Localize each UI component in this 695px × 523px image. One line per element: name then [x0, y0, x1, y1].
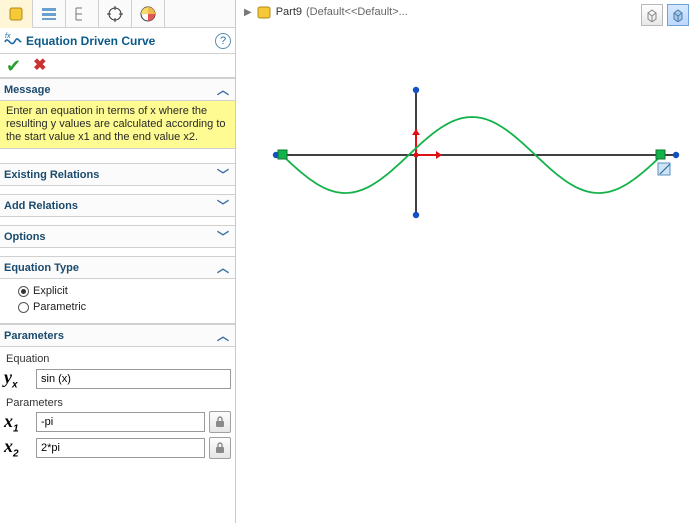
section-equation-type-label: Equation Type	[4, 262, 79, 274]
equation-type-body: Explicit Parametric	[0, 279, 235, 324]
graphics-area[interactable]: ▶ Part9 (Default<<Default>...	[236, 0, 695, 523]
section-message-header[interactable]: Message ︿	[0, 78, 235, 101]
chevron-down-icon: ﹀	[217, 197, 229, 214]
section-message-label: Message	[4, 84, 50, 96]
help-icon[interactable]: ?	[215, 33, 231, 49]
parameters-sublabel: Parameters	[6, 397, 231, 409]
config-tree-icon	[73, 5, 91, 23]
equation-yx-row: yx	[4, 367, 231, 391]
section-options-header[interactable]: Options ﹀	[0, 225, 235, 248]
property-icon	[40, 5, 58, 23]
ok-cancel-bar: ✔ ✖	[0, 54, 235, 78]
radio-parametric-label: Parametric	[33, 301, 86, 313]
yx-input[interactable]	[36, 369, 231, 389]
arrowhead-icon	[436, 151, 442, 159]
section-equation-type-header[interactable]: Equation Type ︿	[0, 256, 235, 279]
x2-row: x2	[4, 436, 231, 460]
x1-row: x1	[4, 411, 231, 435]
relation-glyph[interactable]	[658, 163, 670, 175]
radio-icon	[18, 286, 29, 297]
x2-lock-button[interactable]	[209, 437, 231, 459]
radio-explicit[interactable]: Explicit	[18, 283, 229, 299]
property-manager-panel: fx Equation Driven Curve ? ✔ ✖ Message ︿…	[0, 0, 236, 523]
curve-start-handle[interactable]	[278, 150, 287, 159]
arrowhead-icon	[412, 129, 420, 135]
section-parameters-label: Parameters	[4, 330, 64, 342]
appearance-icon	[139, 5, 157, 23]
panel-tabbar	[0, 0, 235, 28]
x1-input[interactable]	[36, 412, 205, 432]
tab-display-manager[interactable]	[132, 0, 165, 28]
sketch-canvas	[236, 0, 691, 500]
radio-explicit-label: Explicit	[33, 285, 68, 297]
parameters-body: Equation yx Parameters x1 x2	[0, 347, 235, 470]
cancel-button[interactable]: ✖	[33, 58, 46, 74]
x1-lock-button[interactable]	[209, 411, 231, 433]
lock-icon	[214, 442, 226, 454]
section-existing-relations-label: Existing Relations	[4, 169, 99, 181]
ok-button[interactable]: ✔	[6, 57, 21, 75]
panel-title: Equation Driven Curve	[26, 34, 215, 48]
axis-endpoint[interactable]	[673, 152, 679, 158]
curve-end-handle[interactable]	[656, 150, 665, 159]
chevron-down-icon: ﹀	[217, 228, 229, 245]
chevron-up-icon: ︿	[217, 327, 229, 344]
radio-icon	[18, 302, 29, 313]
section-options-label: Options	[4, 231, 46, 243]
tab-dimxpert[interactable]	[99, 0, 132, 28]
section-add-relations-label: Add Relations	[4, 200, 78, 212]
panel-title-row: fx Equation Driven Curve ?	[0, 28, 235, 54]
x2-input[interactable]	[36, 438, 205, 458]
chevron-up-icon: ︿	[217, 259, 229, 276]
x1-label: x1	[4, 411, 32, 435]
yx-label: yx	[4, 367, 32, 391]
message-body: Enter an equation in terms of x where th…	[0, 101, 235, 149]
section-parameters-header[interactable]: Parameters ︿	[0, 324, 235, 347]
axis-endpoint[interactable]	[413, 87, 419, 93]
equation-curve-icon: fx	[4, 32, 22, 50]
feature-tree-icon	[7, 5, 25, 23]
tab-property-manager[interactable]	[33, 0, 66, 28]
equation-sublabel: Equation	[6, 353, 231, 365]
chevron-up-icon: ︿	[217, 81, 229, 98]
lock-icon	[214, 416, 226, 428]
tab-configuration-manager[interactable]	[66, 0, 99, 28]
origin-point[interactable]	[414, 153, 419, 158]
target-icon	[106, 5, 124, 23]
axis-endpoint[interactable]	[413, 212, 419, 218]
section-existing-relations-header[interactable]: Existing Relations ﹀	[0, 163, 235, 186]
tab-feature-manager[interactable]	[0, 0, 33, 28]
x2-label: x2	[4, 436, 32, 460]
svg-text:fx: fx	[5, 33, 11, 40]
chevron-down-icon: ﹀	[217, 166, 229, 183]
radio-parametric[interactable]: Parametric	[18, 299, 229, 315]
section-add-relations-header[interactable]: Add Relations ﹀	[0, 194, 235, 217]
